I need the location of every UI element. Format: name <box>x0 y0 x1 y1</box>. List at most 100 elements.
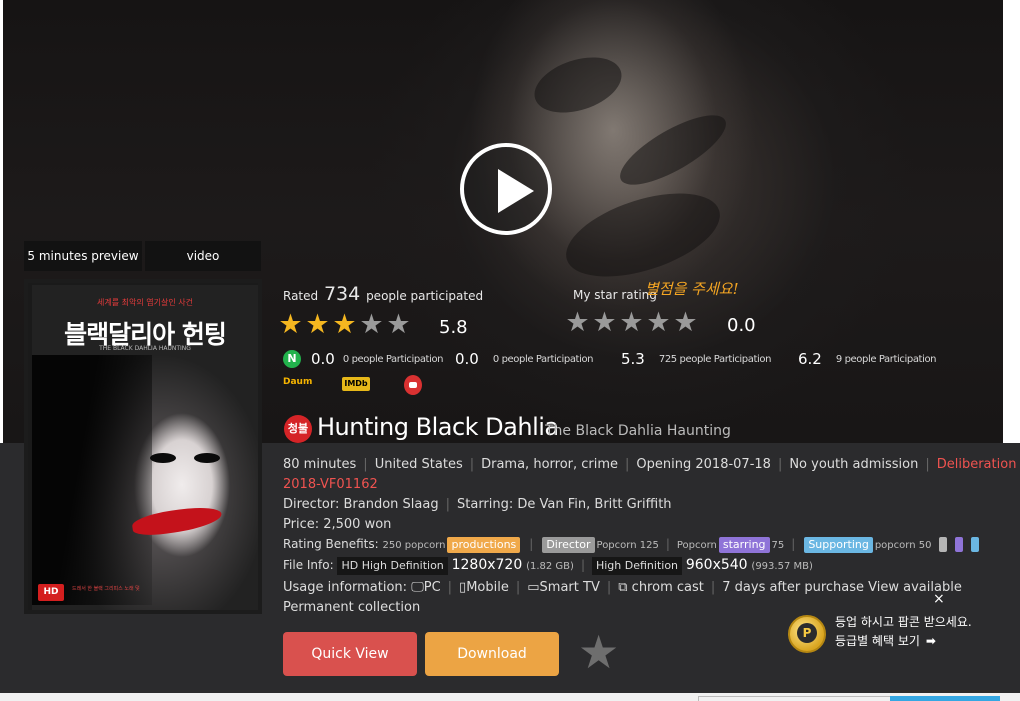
divider: | <box>665 537 670 551</box>
popcorn-coin-icon: P <box>788 615 826 653</box>
play-icon <box>498 169 534 213</box>
divider: | <box>529 537 534 551</box>
video-frame-detail <box>556 176 730 294</box>
star-icon[interactable]: ★ <box>673 309 698 336</box>
naver-icon: N <box>283 350 301 368</box>
download-button[interactable]: Download <box>425 632 559 676</box>
benefit-points: Popcorn 125 <box>596 540 659 551</box>
price: Price: 2,500 won <box>283 517 392 532</box>
benefit-tag-supporting: Supporting <box>804 537 873 553</box>
file-info: File Info: HD High Definition 1280x720 (… <box>283 557 813 575</box>
age-restriction-badge: 청불 <box>284 415 312 443</box>
watcha-participation: 9 people Participation <box>835 353 937 365</box>
star-icon[interactable]: ★ <box>565 309 590 336</box>
star-icon[interactable]: ★ <box>619 309 644 336</box>
benefits-label: Rating Benefits: <box>283 537 379 551</box>
benefit-tag-director: Director <box>542 537 595 553</box>
divider: | <box>580 558 585 572</box>
file-info-label: File Info: <box>283 558 334 572</box>
grade-swatch <box>971 537 980 552</box>
benefit-points: Popcorn <box>676 540 717 551</box>
opening-date: Opening 2018-07-18 <box>636 457 771 472</box>
page-footer-strip <box>0 693 1020 701</box>
movie-title: Hunting Black Dahlia <box>317 413 559 441</box>
poster-hair <box>32 355 152 605</box>
usage-info: Usage information: 🖵PC | ▯Mobile | ▭Smart TV… <box>283 580 962 595</box>
divider: | <box>363 457 368 472</box>
arrow-right-icon: ➡ <box>925 634 936 648</box>
rated-suffix: people participated <box>366 289 484 303</box>
footer-bar <box>890 696 1000 701</box>
star-icon: ★ <box>278 309 303 340</box>
divider: | <box>710 580 716 595</box>
benefit-tag-starring: starring <box>718 537 770 553</box>
rating-benefits: Rating Benefits: 250 popcorn productions |… <box>283 537 980 553</box>
rated-prefix: Rated <box>283 289 319 303</box>
usage-mobile: Mobile <box>466 580 509 595</box>
poster-eye <box>150 453 176 463</box>
quick-view-button[interactable]: Quick View <box>283 632 417 676</box>
country: United States <box>374 457 463 472</box>
divider: | <box>925 457 930 472</box>
deliberation-code: 2018-VF01162 <box>283 477 378 492</box>
favorite-star-icon[interactable]: ★ <box>578 628 619 676</box>
video-frame-detail <box>611 102 735 198</box>
usage-cast: chrom cast <box>631 580 704 595</box>
tv-icon: ▭ <box>527 580 540 595</box>
credits-line: Director: Brandon Slaag | Starring: De Van… <box>283 497 672 512</box>
play-button[interactable] <box>460 143 552 235</box>
star-icon: ★ <box>305 309 330 340</box>
daum-score: 0.0 <box>455 350 479 368</box>
genre: Drama, horror, crime <box>481 457 619 472</box>
rating-naver: N 0.0 0 people Participation <box>283 350 444 368</box>
imdb-icon: IMDb <box>342 377 370 391</box>
tab-video[interactable]: video <box>145 241 261 271</box>
divider: | <box>791 537 796 551</box>
imdb-participation: 725 people Participation <box>658 353 772 365</box>
benefit-points: 250 popcorn <box>382 540 446 551</box>
poster-image: 세계를 최악의 엽기살인 사건 블랙달리아 헌팅 THE BLACK DAHLI… <box>32 285 258 610</box>
star-icon[interactable]: ★ <box>646 309 671 336</box>
divider: | <box>606 580 612 595</box>
age-rating: No youth admission <box>789 457 919 472</box>
sd-file-tag: High Definition <box>591 557 683 575</box>
popup-close-icon[interactable]: × <box>933 591 945 607</box>
rated-count: 734 <box>323 283 361 305</box>
rating-summary: Rated 734 people participated <box>283 283 483 305</box>
sd-size: (993.57 MB) <box>751 561 813 572</box>
usage-tv: Smart TV <box>539 580 600 595</box>
coin-letter: P <box>797 623 817 643</box>
grade-benefits-link[interactable]: 등급별 혜택 보기 ➡ <box>835 632 936 649</box>
movie-original-title: The Black Dahlia Haunting <box>545 423 731 439</box>
grade-swatch <box>939 537 948 552</box>
director: Director: Brandon Slaag <box>283 497 439 512</box>
poster-eye <box>194 453 220 463</box>
my-rating-score: 0.0 <box>727 315 756 336</box>
hd-badge: HD <box>38 584 64 601</box>
my-rating-stars[interactable]: ★ ★ ★ ★ ★ <box>565 309 698 336</box>
usage-label: Usage information: <box>283 580 408 595</box>
deliberation-label: Deliberation <box>936 457 1017 472</box>
pc-icon: 🖵 <box>411 580 424 595</box>
upgrade-promo-text: 등업 하시고 팝콘 받으세요. <box>835 615 972 629</box>
naver-score: 0.0 <box>311 350 335 368</box>
divider: | <box>625 457 630 472</box>
tab-preview[interactable]: 5 minutes preview <box>24 241 142 271</box>
poster-credits: 드레서 한 블랙 그리피스 노래 덫 <box>72 586 140 592</box>
hd-size: (1.82 GB) <box>526 561 574 572</box>
rating-imdb: 5.3 725 people Participation <box>621 350 771 368</box>
benefit-tag-productions: productions <box>447 537 521 553</box>
site-rating-stars: ★ ★ ★ ★ ★ <box>278 309 411 340</box>
sd-resolution: 960x540 <box>685 557 748 573</box>
watcha-score: 6.2 <box>798 350 822 368</box>
movie-poster[interactable]: 세계를 최악의 엽기살인 사건 블랙달리아 헌팅 THE BLACK DAHLI… <box>24 279 262 614</box>
star-icon[interactable]: ★ <box>592 309 617 336</box>
benefit-points: 75 <box>771 540 785 551</box>
grade-swatch <box>955 537 964 552</box>
site-rating-score: 5.8 <box>439 317 468 338</box>
daum-participation: 0 people Participation <box>492 353 594 365</box>
movie-meta: 80 minutes | United States | Drama, horror, … <box>283 457 1016 472</box>
divider: | <box>445 497 450 512</box>
naver-participation: 0 people Participation <box>342 353 444 365</box>
usage-note: 7 days after purchase View available <box>722 580 962 595</box>
